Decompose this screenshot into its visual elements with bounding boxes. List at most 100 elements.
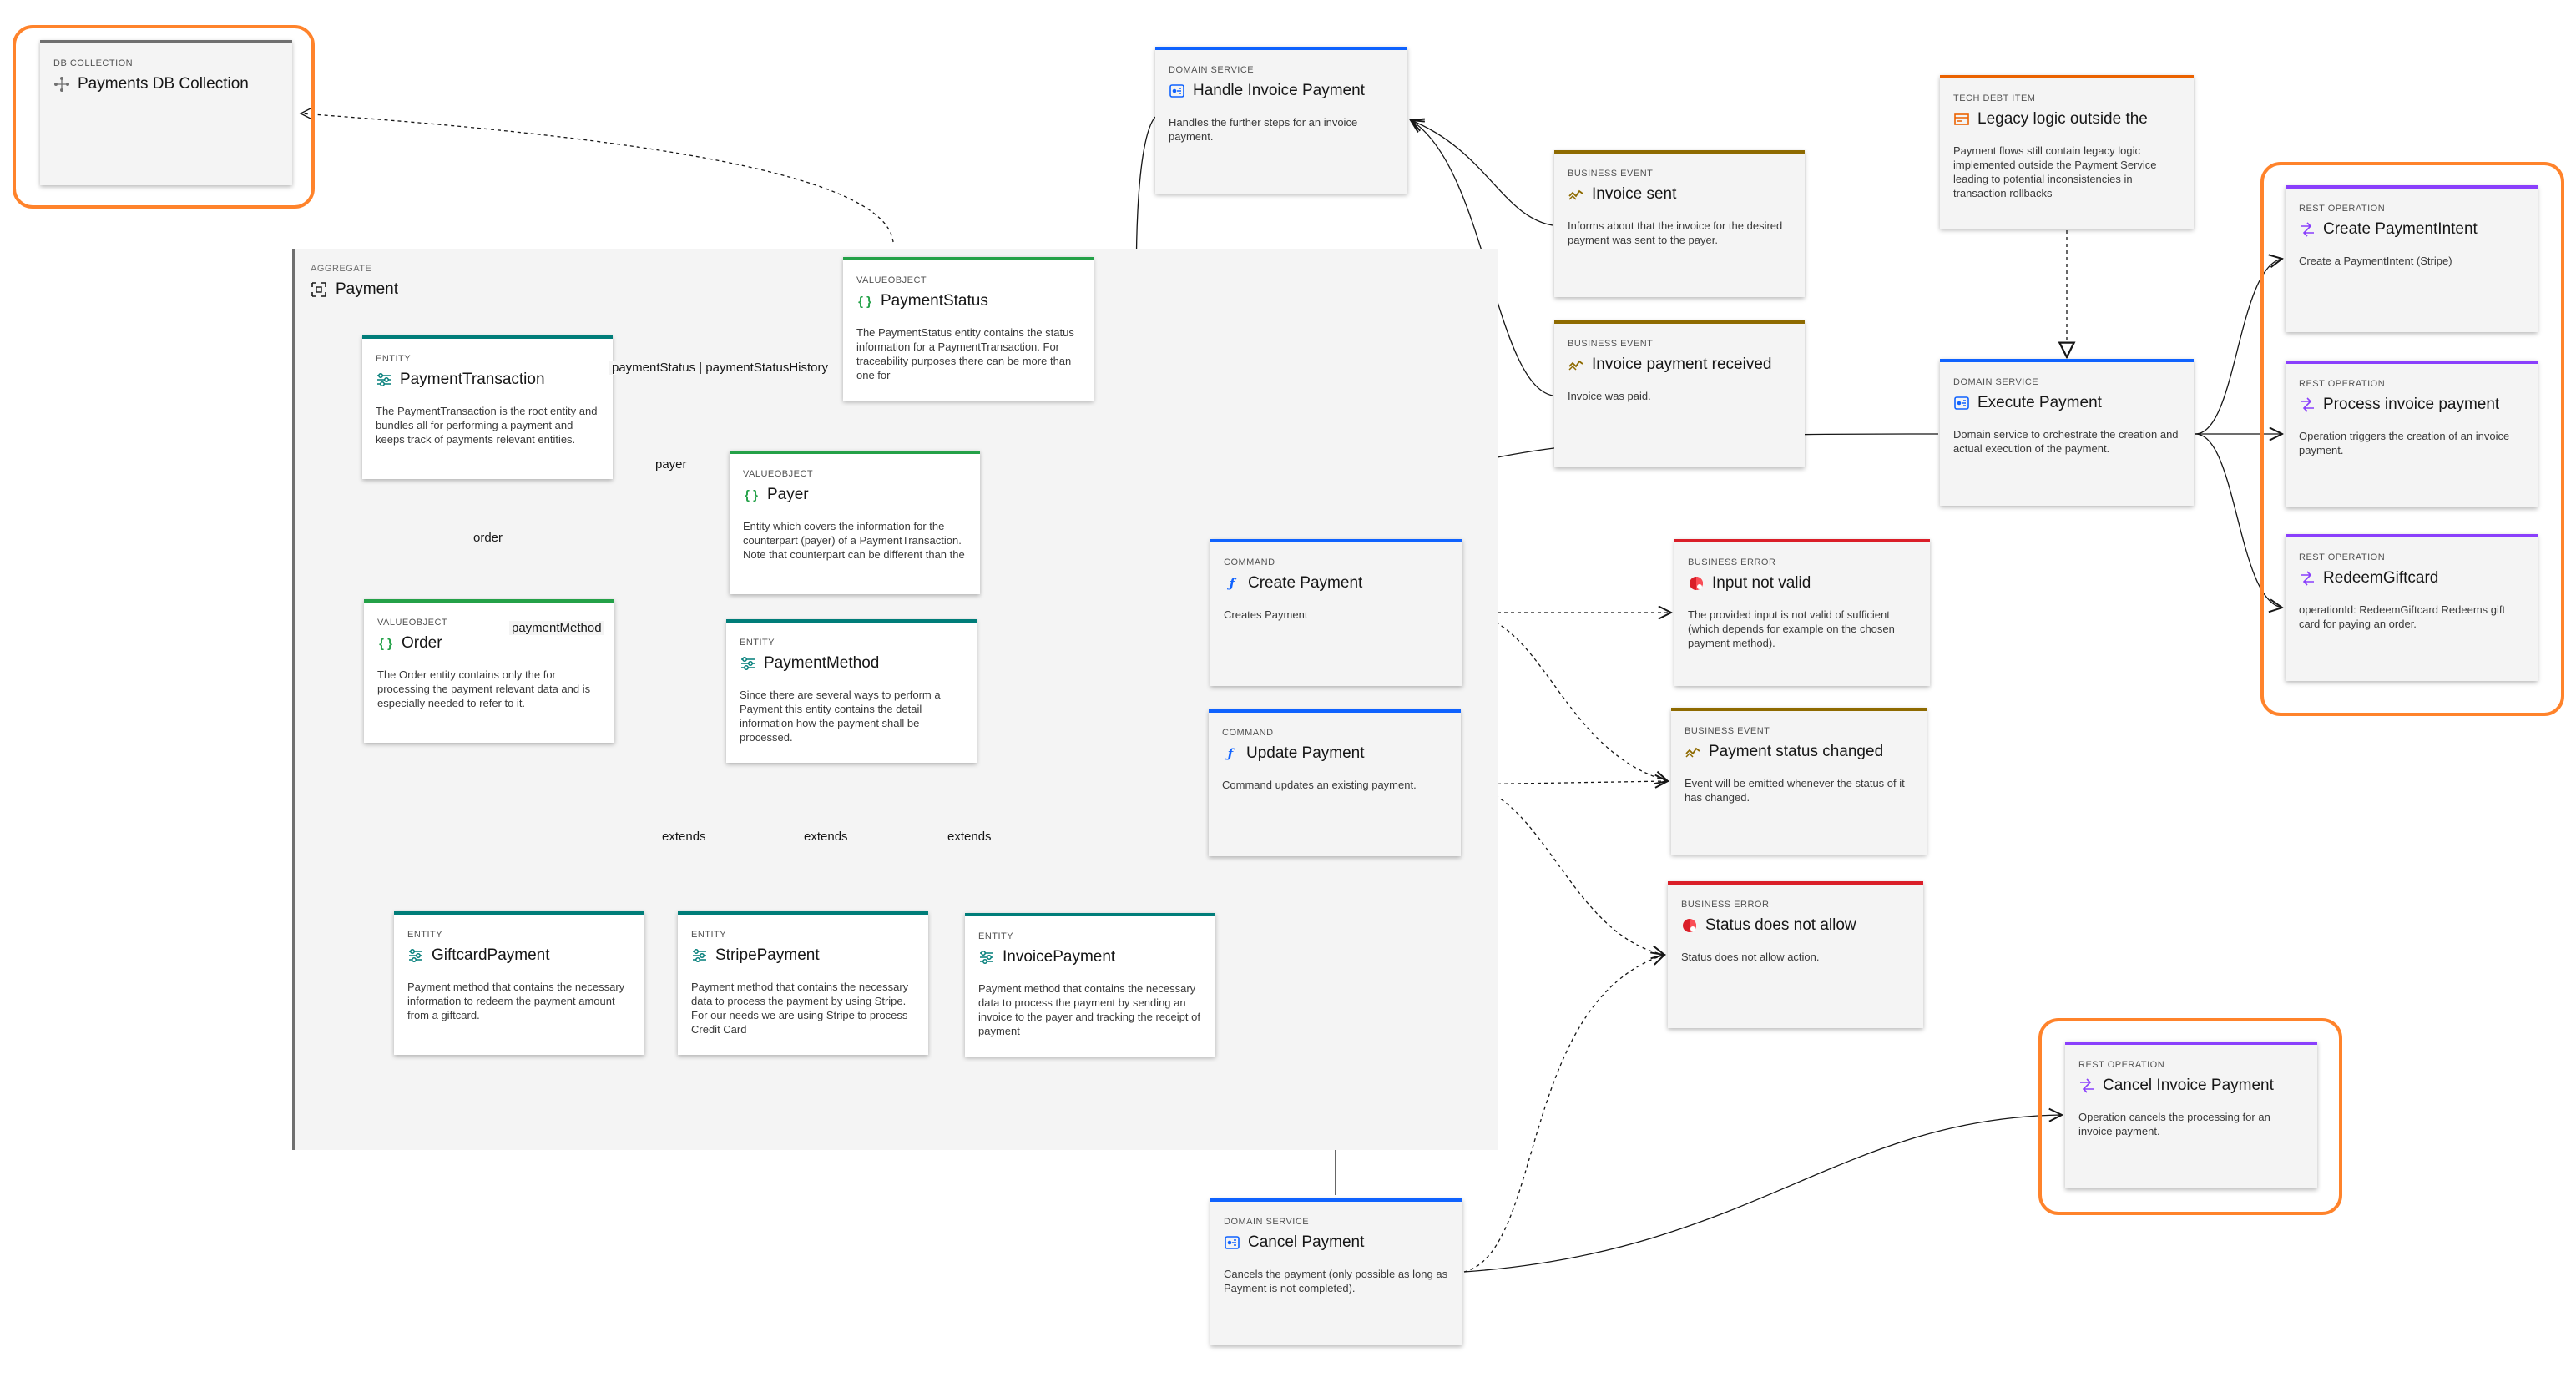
node-title-text: InvoicePayment	[1003, 948, 1116, 966]
node-desc: The provided input is not valid of suffi…	[1688, 608, 1895, 649]
node-invoice-sent[interactable]: BUSINESS EVENT Invoice sent Informs abou…	[1554, 150, 1805, 297]
node-desc: Create a PaymentIntent (Stripe)	[2299, 255, 2452, 267]
node-title-text: PaymentMethod	[764, 654, 880, 672]
aggregate-title: Payment	[311, 280, 398, 299]
node-title: Status does not allow	[1681, 916, 1910, 935]
edge-label-payment-status: paymentStatus | paymentStatusHistory	[609, 361, 831, 375]
domain-service-icon	[1169, 83, 1185, 99]
aggregate-kind: AGGREGATE	[311, 264, 372, 274]
node-title: Execute Payment	[1953, 394, 2180, 412]
node-desc: The PaymentTransaction is the root entit…	[376, 405, 598, 446]
node-title: StripePayment	[691, 946, 915, 965]
node-desc: Payment flows still contain legacy logic…	[1953, 144, 2157, 199]
node-title: ƒ Create Payment	[1224, 574, 1449, 593]
entity-icon	[407, 947, 424, 964]
node-redeem-giftcard[interactable]: REST OPERATION RedeemGiftcard operationI…	[2286, 534, 2538, 681]
node-kind: BUSINESS ERROR	[1688, 557, 1776, 567]
aggregate-title-text: Payment	[336, 280, 398, 298]
node-title-text: Cancel Invoice Payment	[2103, 1077, 2274, 1094]
node-title: Process invoice payment	[2299, 396, 2524, 414]
command-icon: ƒ	[1229, 576, 1235, 591]
node-input-not-valid[interactable]: BUSINESS ERROR Input not valid The provi…	[1674, 539, 1930, 686]
node-kind: ENTITY	[978, 931, 1014, 941]
node-desc: Invoice was paid.	[1568, 390, 1651, 402]
node-kind: ENTITY	[691, 930, 727, 940]
node-legacy-logic[interactable]: TECH DEBT ITEM Legacy logic outside the …	[1940, 75, 2194, 229]
node-cancel-invoice-payment[interactable]: REST OPERATION Cancel Invoice Payment Op…	[2065, 1042, 2317, 1188]
rest-operation-icon	[2299, 396, 2316, 413]
node-cancel-payment[interactable]: DOMAIN SERVICE Cancel Payment Cancels th…	[1210, 1198, 1462, 1345]
node-title-text: Update Payment	[1246, 744, 1365, 762]
aggregate-icon	[311, 281, 327, 298]
node-kind: COMMAND	[1224, 557, 1275, 567]
node-kind: REST OPERATION	[2299, 379, 2386, 389]
node-handle-invoice-payment[interactable]: DOMAIN SERVICE Handle Invoice Payment Ha…	[1155, 47, 1407, 194]
node-kind: ENTITY	[407, 930, 443, 940]
node-kind: ENTITY	[740, 638, 775, 648]
node-status-not-allow[interactable]: BUSINESS ERROR Status does not allow Sta…	[1668, 881, 1923, 1028]
node-desc: Creates Payment	[1224, 608, 1308, 621]
node-create-payment-intent[interactable]: REST OPERATION Create PaymentIntent Crea…	[2286, 185, 2538, 332]
node-title: Cancel Invoice Payment	[2078, 1077, 2304, 1095]
node-kind: ENTITY	[376, 354, 412, 364]
node-desc: Operation cancels the processing for an …	[2078, 1111, 2270, 1137]
edge-payment-status-to-db	[300, 113, 894, 243]
rest-operation-icon	[2299, 221, 2316, 238]
node-title: RedeemGiftcard	[2299, 569, 2524, 588]
domain-service-icon	[1224, 1234, 1240, 1251]
node-stripe-payment[interactable]: ENTITY StripePayment Payment method that…	[678, 911, 928, 1055]
node-title-text: Cancel Payment	[1248, 1233, 1365, 1251]
node-payment-method[interactable]: ENTITY PaymentMethod Since there are sev…	[726, 619, 977, 763]
entity-icon	[978, 949, 995, 966]
node-payment-status[interactable]: VALUEOBJECT { } PaymentStatus The Paymen…	[843, 257, 1094, 401]
node-title-text: PaymentStatus	[881, 292, 988, 310]
edge-label-extends-giftcard: extends	[659, 830, 709, 844]
node-desc: Payment method that contains the necessa…	[691, 981, 909, 1036]
node-desc: Entity which covers the information for …	[743, 520, 965, 561]
rest-operation-icon	[2299, 570, 2316, 587]
node-giftcard-payment[interactable]: ENTITY GiftcardPayment Payment method th…	[394, 911, 644, 1055]
node-db-collection[interactable]: DB COLLECTION Payments DB Collection	[40, 40, 292, 185]
node-update-payment[interactable]: COMMAND ƒ Update Payment Command updates…	[1209, 709, 1461, 856]
node-invoice-payment-received[interactable]: BUSINESS EVENT Invoice payment received …	[1554, 320, 1805, 467]
node-title-text: Create Payment	[1248, 574, 1363, 592]
node-desc: Cancels the payment (only possible as lo…	[1224, 1268, 1448, 1294]
node-title: Cancel Payment	[1224, 1233, 1449, 1252]
node-title: Input not valid	[1688, 574, 1917, 593]
node-title-text: Order	[402, 634, 442, 652]
node-payment-status-changed[interactable]: BUSINESS EVENT Payment status changed Ev…	[1671, 708, 1927, 855]
node-invoice-payment[interactable]: ENTITY InvoicePayment Payment method tha…	[965, 913, 1215, 1057]
node-kind: VALUEOBJECT	[743, 469, 814, 479]
node-desc: Since there are several ways to perform …	[740, 688, 941, 744]
node-title-text: Payments DB Collection	[78, 75, 249, 93]
entity-icon	[740, 655, 756, 672]
node-title: Invoice sent	[1568, 185, 1791, 204]
node-payer[interactable]: VALUEOBJECT { } Payer Entity which cover…	[730, 451, 980, 594]
node-kind: REST OPERATION	[2299, 204, 2386, 214]
node-payment-transaction[interactable]: ENTITY PaymentTransaction The PaymentTra…	[362, 335, 613, 479]
node-title-text: GiftcardPayment	[432, 946, 550, 964]
entity-icon	[691, 947, 708, 964]
node-title: ƒ Update Payment	[1222, 744, 1447, 763]
node-desc: The Order entity contains only the for p…	[377, 668, 591, 709]
node-title-text: RedeemGiftcard	[2323, 569, 2439, 587]
node-title: Invoice payment received	[1568, 356, 1791, 374]
domain-service-icon	[1953, 395, 1970, 411]
node-kind: BUSINESS EVENT	[1568, 339, 1654, 349]
node-title: { } Payer	[743, 486, 967, 504]
node-title-text: StripePayment	[715, 946, 820, 964]
node-title-text: Invoice payment received	[1592, 356, 1772, 373]
valueobject-icon: { }	[379, 636, 392, 651]
node-title-text: Process invoice payment	[2323, 396, 2500, 413]
node-title: PaymentMethod	[740, 654, 963, 673]
node-execute-payment[interactable]: DOMAIN SERVICE Execute Payment Domain se…	[1940, 359, 2194, 506]
node-desc: Informs about that the invoice for the d…	[1568, 219, 1783, 246]
node-kind: BUSINESS ERROR	[1681, 900, 1770, 910]
node-title: Create PaymentIntent	[2299, 220, 2524, 239]
business-event-icon	[1568, 356, 1584, 373]
node-title: { } Order	[377, 634, 601, 653]
node-kind: BUSINESS EVENT	[1685, 726, 1770, 736]
node-create-payment[interactable]: COMMAND ƒ Create Payment Creates Payment	[1210, 539, 1462, 686]
node-process-invoice-payment[interactable]: REST OPERATION Process invoice payment O…	[2286, 361, 2538, 507]
edge-invoice-sent-to-handle	[1411, 120, 1553, 226]
